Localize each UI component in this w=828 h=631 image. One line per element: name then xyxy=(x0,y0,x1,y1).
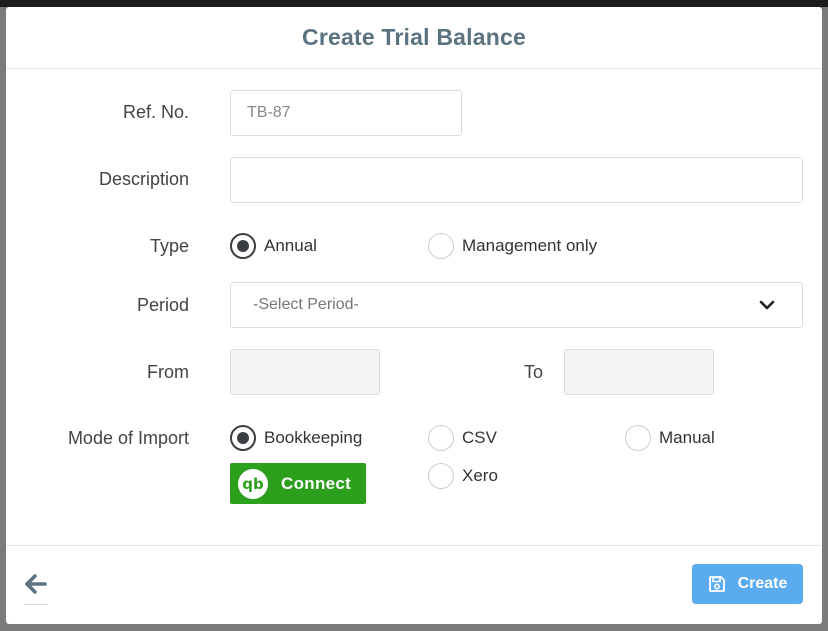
import-bookkeeping-radio[interactable] xyxy=(230,425,256,451)
ref-no-input[interactable]: TB-87 xyxy=(230,90,462,136)
import-csv-radio[interactable] xyxy=(428,425,454,451)
arrow-left-icon[interactable] xyxy=(24,571,48,597)
type-management-only-radio[interactable] xyxy=(428,233,454,259)
to-label: To xyxy=(523,362,543,382)
import-csv-label: CSV xyxy=(462,428,497,447)
to-date-input[interactable] xyxy=(564,349,714,395)
create-button[interactable]: Create xyxy=(692,564,803,604)
type-label: Type xyxy=(149,236,189,256)
period-label: Period xyxy=(136,295,189,315)
connect-button-label: Connect xyxy=(281,473,352,493)
import-xero-radio[interactable] xyxy=(428,463,454,489)
import-xero-label: Xero xyxy=(462,466,498,485)
description-input[interactable] xyxy=(230,157,803,203)
backdrop-right-edge xyxy=(822,7,828,631)
modal-title: Create Trial Balance xyxy=(302,24,526,50)
from-date-input[interactable] xyxy=(230,349,380,395)
description-label: Description xyxy=(98,169,189,189)
type-management-only-label: Management only xyxy=(462,236,598,255)
import-manual-radio[interactable] xyxy=(625,425,651,451)
mode-of-import-label: Mode of Import xyxy=(67,428,189,448)
period-selected-value: -Select Period- xyxy=(253,296,359,313)
ref-no-placeholder: TB-87 xyxy=(247,104,291,121)
import-option-csv[interactable]: CSV xyxy=(428,425,497,451)
back-button-underline xyxy=(24,604,48,605)
chevron-down-icon xyxy=(759,300,775,310)
type-annual-label: Annual xyxy=(264,236,317,255)
modal-header: Create Trial Balance xyxy=(6,7,822,69)
quickbooks-logo-icon: qb xyxy=(238,468,268,499)
modal-footer: Create xyxy=(6,545,822,624)
import-manual-label: Manual xyxy=(659,428,715,447)
backdrop-topbar xyxy=(0,0,828,7)
import-option-xero[interactable]: Xero xyxy=(428,463,498,489)
create-trial-balance-modal: Create Trial Balance Ref. No. TB-87 Desc… xyxy=(6,7,822,624)
type-option-annual[interactable]: Annual xyxy=(230,233,317,259)
import-bookkeeping-label: Bookkeeping xyxy=(264,428,363,447)
import-option-manual[interactable]: Manual xyxy=(625,425,715,451)
quickbooks-connect-button[interactable]: qb Connect xyxy=(230,463,366,504)
from-label: From xyxy=(147,362,189,382)
ref-no-label: Ref. No. xyxy=(122,102,189,122)
save-icon xyxy=(708,575,726,593)
type-option-management-only[interactable]: Management only xyxy=(428,233,597,259)
import-option-bookkeeping[interactable]: Bookkeeping xyxy=(230,425,362,451)
create-button-label: Create xyxy=(737,575,788,592)
type-annual-radio[interactable] xyxy=(230,233,256,259)
backdrop-bottom-edge xyxy=(0,623,828,631)
period-select[interactable]: -Select Period- xyxy=(230,282,803,328)
